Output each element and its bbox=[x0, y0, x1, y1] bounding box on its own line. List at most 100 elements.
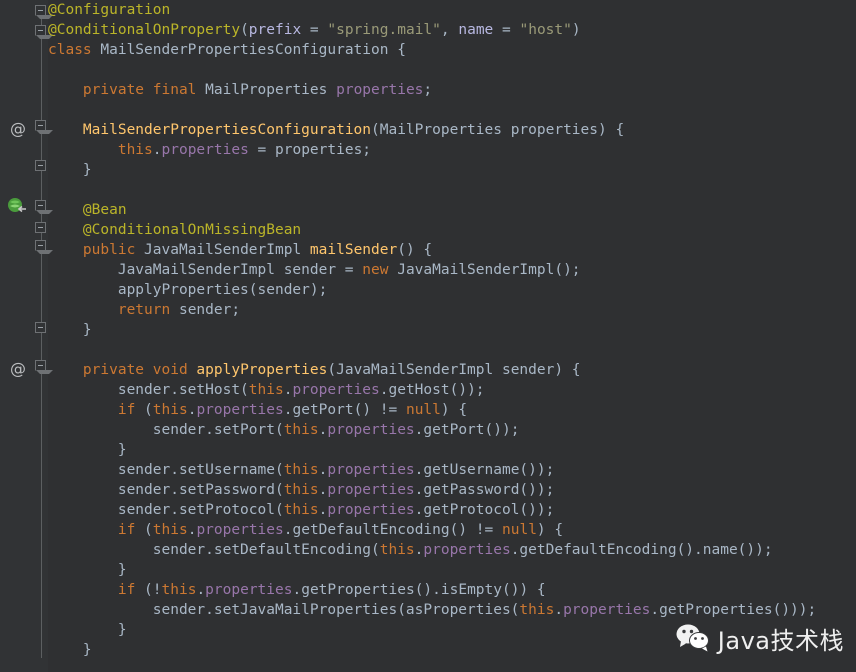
code-line[interactable]: @ConditionalOnMissingBean bbox=[48, 220, 856, 240]
code-line[interactable]: private final MailProperties properties; bbox=[48, 80, 856, 100]
code-line[interactable]: @Configuration bbox=[48, 0, 856, 20]
code-token-string: "host" bbox=[519, 22, 572, 38]
code-line[interactable]: private void applyProperties(JavaMailSen… bbox=[48, 360, 856, 380]
code-token-identifier bbox=[48, 242, 83, 258]
code-line[interactable]: @Bean bbox=[48, 200, 856, 220]
code-folding-strip[interactable] bbox=[34, 0, 53, 672]
code-token-keyword: public bbox=[82, 242, 136, 258]
code-token-method: mailSender bbox=[309, 242, 398, 258]
code-token-identifier: = bbox=[493, 22, 520, 38]
code-line[interactable]: } bbox=[48, 560, 856, 580]
code-token-identifier: .getPort()); bbox=[414, 422, 520, 438]
code-token-field: properties bbox=[205, 582, 293, 598]
editor-gutter[interactable]: @ @ bbox=[0, 0, 34, 672]
code-line[interactable]: sender.setUsername(this.properties.getUs… bbox=[48, 460, 856, 480]
code-line[interactable]: this.properties = properties; bbox=[48, 140, 856, 160]
fold-toggle-icon[interactable] bbox=[35, 160, 46, 171]
spring-bean-icon[interactable] bbox=[7, 197, 27, 215]
code-token-keyword: private void bbox=[82, 362, 188, 378]
code-token-keyword: new bbox=[362, 262, 389, 278]
code-line[interactable] bbox=[48, 340, 856, 360]
code-token-identifier: } bbox=[48, 642, 92, 658]
fold-region-line bbox=[41, 8, 42, 658]
fold-toggle-icon[interactable] bbox=[35, 240, 53, 254]
code-token-keyword: this bbox=[152, 402, 188, 418]
code-token-identifier: .getProperties())); bbox=[650, 602, 817, 618]
code-token-field: properties bbox=[327, 462, 415, 478]
code-token-identifier: } bbox=[48, 622, 127, 638]
code-line[interactable]: } bbox=[48, 320, 856, 340]
code-token-keyword: this bbox=[248, 382, 284, 398]
code-token-field: properties bbox=[196, 402, 284, 418]
code-token-string: "spring.mail" bbox=[327, 22, 441, 38]
code-token-annotation: @ConditionalOnProperty bbox=[48, 22, 241, 38]
code-line[interactable]: sender.setPort(this.properties.getPort()… bbox=[48, 420, 856, 440]
code-token-identifier: } bbox=[48, 162, 92, 178]
code-token-identifier: JavaMailSenderImpl bbox=[135, 242, 310, 258]
fold-toggle-icon[interactable] bbox=[35, 222, 46, 233]
code-token-identifier: sender.setUsername( bbox=[48, 462, 284, 478]
code-token-keyword: class bbox=[48, 42, 92, 58]
code-token-identifier: , bbox=[440, 22, 459, 38]
code-token-keyword: null bbox=[405, 402, 441, 418]
code-token-identifier: sender.setPort( bbox=[48, 422, 284, 438]
code-line[interactable] bbox=[48, 60, 856, 80]
code-line[interactable]: sender.setPassword(this.properties.getPa… bbox=[48, 480, 856, 500]
code-token-identifier: .getDefaultEncoding() != bbox=[283, 522, 502, 538]
code-token-identifier: sender; bbox=[170, 302, 241, 318]
fold-toggle-icon[interactable] bbox=[35, 120, 53, 134]
code-line[interactable]: } bbox=[48, 440, 856, 460]
wechat-logo-icon bbox=[676, 624, 710, 658]
code-line[interactable]: if (!this.properties.getProperties().isE… bbox=[48, 580, 856, 600]
code-line[interactable]: class MailSenderPropertiesConfiguration … bbox=[48, 40, 856, 60]
code-line[interactable]: } bbox=[48, 160, 856, 180]
code-token-keyword: this bbox=[152, 522, 188, 538]
fold-toggle-icon[interactable] bbox=[35, 360, 53, 374]
code-line[interactable] bbox=[48, 180, 856, 200]
code-line[interactable]: if (this.properties.getPort() != null) { bbox=[48, 400, 856, 420]
code-token-identifier bbox=[48, 522, 118, 538]
fold-toggle-icon[interactable] bbox=[35, 5, 53, 19]
code-content[interactable]: @Configuration @ConditionalOnProperty(pre… bbox=[48, 0, 856, 672]
code-token-field: properties bbox=[161, 142, 249, 158]
code-line[interactable]: sender.setHost(this.properties.getHost()… bbox=[48, 380, 856, 400]
code-line[interactable]: sender.setDefaultEncoding(this.propertie… bbox=[48, 540, 856, 560]
code-line[interactable]: JavaMailSenderImpl sender = new JavaMail… bbox=[48, 260, 856, 280]
code-token-identifier: } bbox=[48, 562, 127, 578]
code-line[interactable]: sender.setProtocol(this.properties.getPr… bbox=[48, 500, 856, 520]
annotation-marker-icon[interactable]: @ bbox=[9, 120, 27, 138]
annotation-marker-icon[interactable]: @ bbox=[9, 360, 27, 378]
code-line[interactable]: MailSenderPropertiesConfiguration(MailPr… bbox=[48, 120, 856, 140]
code-token-keyword: this bbox=[283, 462, 319, 478]
code-token-annotation: @Bean bbox=[82, 202, 127, 218]
code-token-identifier: applyProperties(sender); bbox=[48, 282, 328, 298]
code-line[interactable]: @ConditionalOnProperty(prefix = "spring.… bbox=[48, 20, 856, 40]
code-line[interactable]: return sender; bbox=[48, 300, 856, 320]
code-line[interactable]: applyProperties(sender); bbox=[48, 280, 856, 300]
code-line[interactable]: sender.setJavaMailProperties(asPropertie… bbox=[48, 600, 856, 620]
code-token-keyword: if bbox=[117, 402, 136, 418]
code-line[interactable]: if (this.properties.getDefaultEncoding()… bbox=[48, 520, 856, 540]
code-token-identifier: (! bbox=[135, 582, 162, 598]
code-token-identifier: .getHost()); bbox=[379, 382, 485, 398]
code-token-identifier: sender.setJavaMailProperties(asPropertie… bbox=[48, 602, 520, 618]
code-token-identifier: = properties; bbox=[248, 142, 372, 158]
code-token-identifier: = bbox=[301, 22, 328, 38]
fold-toggle-icon[interactable] bbox=[35, 322, 46, 333]
code-line[interactable]: public JavaMailSenderImpl mailSender() { bbox=[48, 240, 856, 260]
code-token-identifier: .getPort() != bbox=[283, 402, 406, 418]
code-token-identifier: .getProperties().isEmpty()) { bbox=[292, 582, 546, 598]
code-token-keyword: if bbox=[117, 522, 136, 538]
code-token-identifier: ( bbox=[240, 22, 249, 38]
code-token-identifier: . bbox=[554, 602, 564, 618]
code-token-identifier: () { bbox=[397, 242, 433, 258]
watermark-text: Java技术栈 bbox=[717, 627, 844, 655]
code-token-identifier: JavaMailSenderImpl(); bbox=[388, 262, 581, 278]
code-token-method: MailSenderPropertiesConfiguration bbox=[82, 122, 372, 138]
code-token-identifier bbox=[48, 362, 83, 378]
code-line[interactable] bbox=[48, 100, 856, 120]
fold-toggle-icon[interactable] bbox=[35, 25, 53, 39]
fold-toggle-icon[interactable] bbox=[35, 200, 53, 214]
code-token-identifier bbox=[48, 122, 83, 138]
code-token-identifier: JavaMailSenderImpl sender = bbox=[48, 262, 363, 278]
